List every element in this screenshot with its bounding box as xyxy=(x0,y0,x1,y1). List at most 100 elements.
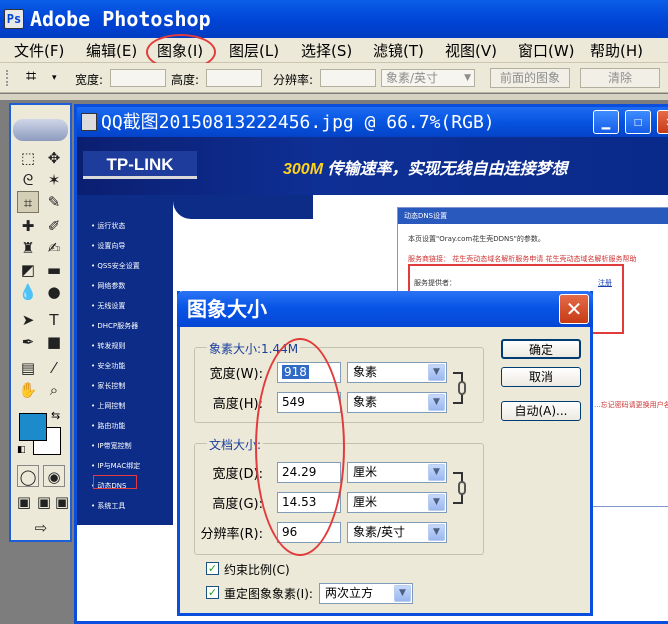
marquee-tool-icon[interactable]: ⬚ xyxy=(17,147,39,169)
values-annotation-ellipse xyxy=(255,338,345,556)
resample-image-label: 重定图象象素(I): xyxy=(224,587,313,601)
list-item: • 安全功能 xyxy=(91,362,126,370)
crop-tool-icon[interactable]: ⌗ xyxy=(17,191,39,213)
doc-width-unit-select[interactable]: 厘米 ▼ xyxy=(347,462,447,483)
grip-handle[interactable] xyxy=(6,70,10,86)
constrain-proportions-checkbox[interactable]: ✓ xyxy=(206,562,219,575)
option-height-input[interactable] xyxy=(206,69,262,87)
history-brush-tool-icon[interactable]: ✍ xyxy=(43,237,65,259)
doc-height-unit-select[interactable]: 厘米 ▼ xyxy=(347,492,447,513)
options-bar: ⌗ ▾ 宽度: 高度: 分辨率: 象素/英寸 ▼ 前面的图象 清除 xyxy=(0,63,668,93)
eraser-tool-icon[interactable]: ◩ xyxy=(17,259,39,281)
minimize-button[interactable]: ▁ xyxy=(593,110,619,134)
slogan-speed: 300M xyxy=(283,161,324,178)
pixel-width-label: 宽度(W): xyxy=(209,367,263,382)
document-titlebar[interactable]: QQ截图20150813222456.jpg @ 66.7%(RGB) ▁ ☐ … xyxy=(77,107,668,137)
image-corner-decoration xyxy=(173,195,313,219)
dodge-tool-icon[interactable]: ● xyxy=(43,281,65,303)
screen-mode-standard-icon[interactable]: ▣ xyxy=(13,491,35,513)
chevron-down-icon: ▼ xyxy=(428,524,445,541)
screen-mode-full-icon[interactable]: ▣ xyxy=(51,491,73,513)
ddns-highlight-box xyxy=(93,475,137,489)
image-banner: TP-LINK 300M 传输速率，实现无线自由连接梦想 xyxy=(77,137,668,195)
gradient-tool-icon[interactable]: ▬ xyxy=(43,259,65,281)
option-height-label: 高度: xyxy=(171,73,200,87)
list-item: • 路由功能 xyxy=(91,422,126,430)
blur-tool-icon[interactable]: 💧 xyxy=(17,281,39,303)
menu-window[interactable]: 窗口(W) xyxy=(518,41,575,61)
list-item: • IP与MAC绑定 xyxy=(91,462,141,470)
resolution-label: 分辨率(R): xyxy=(200,527,263,542)
jump-to-imageready-icon[interactable]: ⇨ xyxy=(23,517,59,539)
menu-select[interactable]: 选择(S) xyxy=(301,41,352,61)
brush-tool-icon[interactable]: ✐ xyxy=(43,215,65,237)
adobe-online-icon[interactable] xyxy=(13,119,68,141)
option-unit-select-value: 象素/英寸 xyxy=(386,71,439,85)
healing-brush-tool-icon[interactable]: ✚ xyxy=(17,215,39,237)
option-width-label: 宽度: xyxy=(75,73,104,87)
chevron-down-icon: ▼ xyxy=(464,73,471,83)
shape-tool-icon[interactable]: ■ xyxy=(43,331,65,353)
quick-mask-mode-icon[interactable]: ◉ xyxy=(43,465,65,487)
cancel-button[interactable]: 取消 xyxy=(501,367,581,387)
swap-colors-icon[interactable]: ⇆ xyxy=(51,409,60,422)
slogan-text: 传输速率，实现无线自由连接梦想 xyxy=(327,161,568,178)
foreground-color-swatch[interactable] xyxy=(19,413,47,441)
option-resolution-input[interactable] xyxy=(320,69,376,87)
resample-image-checkbox[interactable]: ✓ xyxy=(206,586,219,599)
hand-tool-icon[interactable]: ✋ xyxy=(17,379,39,401)
pixel-height-unit-select[interactable]: 象素 ▼ xyxy=(347,392,447,413)
pixel-height-label: 高度(H): xyxy=(212,397,263,412)
eyedropper-tool-icon[interactable]: ⁄ xyxy=(43,357,65,379)
resample-method-select[interactable]: 两次立方 ▼ xyxy=(319,583,413,604)
list-item: • 上网控制 xyxy=(91,402,126,410)
auto-button[interactable]: 自动(A)... xyxy=(501,401,581,421)
option-unit-select[interactable]: 象素/英寸 ▼ xyxy=(381,69,475,87)
slice-tool-icon[interactable]: ✎ xyxy=(43,191,65,213)
menu-edit[interactable]: 编辑(E) xyxy=(86,41,137,61)
type-tool-icon[interactable]: T xyxy=(43,309,65,331)
chevron-down-icon: ▼ xyxy=(428,464,445,481)
pen-tool-icon[interactable]: ✒ xyxy=(17,331,39,353)
list-item: • 系统工具 xyxy=(91,502,126,510)
doc-width-unit-value: 厘米 xyxy=(353,465,378,479)
zoom-tool-icon[interactable]: ⌕ xyxy=(43,379,65,401)
menu-filter[interactable]: 滤镜(T) xyxy=(373,41,424,61)
default-colors-icon[interactable]: ◧ xyxy=(17,445,26,455)
clone-stamp-tool-icon[interactable]: ♜ xyxy=(17,237,39,259)
clear-button[interactable]: 清除 xyxy=(580,68,660,88)
app-titlebar[interactable]: Ps Adobe Photoshop xyxy=(0,0,668,38)
ddns-panel-title: 动态DNS设置 xyxy=(398,208,668,224)
resolution-unit-select[interactable]: 象素/英寸 ▼ xyxy=(347,522,447,543)
dialog-titlebar[interactable]: 图象大小 ✕ xyxy=(177,291,593,327)
notes-tool-icon[interactable]: ▤ xyxy=(17,357,39,379)
document-close-button[interactable]: ✕ xyxy=(657,110,668,134)
list-item: • DHCP服务器 xyxy=(91,322,139,330)
path-selection-tool-icon[interactable]: ➤ xyxy=(17,309,39,331)
magic-wand-tool-icon[interactable]: ✶ xyxy=(43,169,65,191)
option-width-input[interactable] xyxy=(110,69,166,87)
menu-help[interactable]: 帮助(H) xyxy=(590,41,643,61)
move-tool-icon[interactable]: ✥ xyxy=(43,147,65,169)
lasso-tool-icon[interactable]: ᘓ xyxy=(17,169,39,191)
dialog-close-button[interactable]: ✕ xyxy=(559,294,589,324)
constrain-proportions-label: 约束比例(C) xyxy=(224,563,290,577)
standard-mode-icon[interactable]: ◯ xyxy=(17,465,39,487)
toolbox: ⬚ ✥ ᘓ ✶ ⌗ ✎ ✚ ✐ ♜ ✍ ◩ ▬ 💧 ● ➤ T ✒ ■ ▤ ⁄ … xyxy=(9,103,72,542)
maximize-button[interactable]: ☐ xyxy=(625,110,651,134)
ok-button[interactable]: 确定 xyxy=(501,339,581,359)
front-image-button[interactable]: 前面的图象 xyxy=(490,68,570,88)
crop-tool-icon[interactable]: ⌗ xyxy=(26,66,36,87)
banner-slogan: 300M 传输速率，实现无线自由连接梦想 xyxy=(283,155,568,179)
ddns-panel-text: 本页设置"Oray.com花生壳DDNS"的参数。 xyxy=(408,235,545,243)
menu-layer[interactable]: 图层(L) xyxy=(229,41,279,61)
pixel-height-unit-value: 象素 xyxy=(353,395,378,409)
pixel-width-unit-value: 象素 xyxy=(353,365,378,379)
chevron-down-icon: ▼ xyxy=(394,585,411,602)
menu-view[interactable]: 视图(V) xyxy=(445,41,497,61)
list-item: • 网络参数 xyxy=(91,282,126,290)
document-icon xyxy=(81,113,97,131)
menu-file[interactable]: 文件(F) xyxy=(14,41,64,61)
tool-preset-arrow-icon[interactable]: ▾ xyxy=(52,73,57,83)
pixel-width-unit-select[interactable]: 象素 ▼ xyxy=(347,362,447,383)
